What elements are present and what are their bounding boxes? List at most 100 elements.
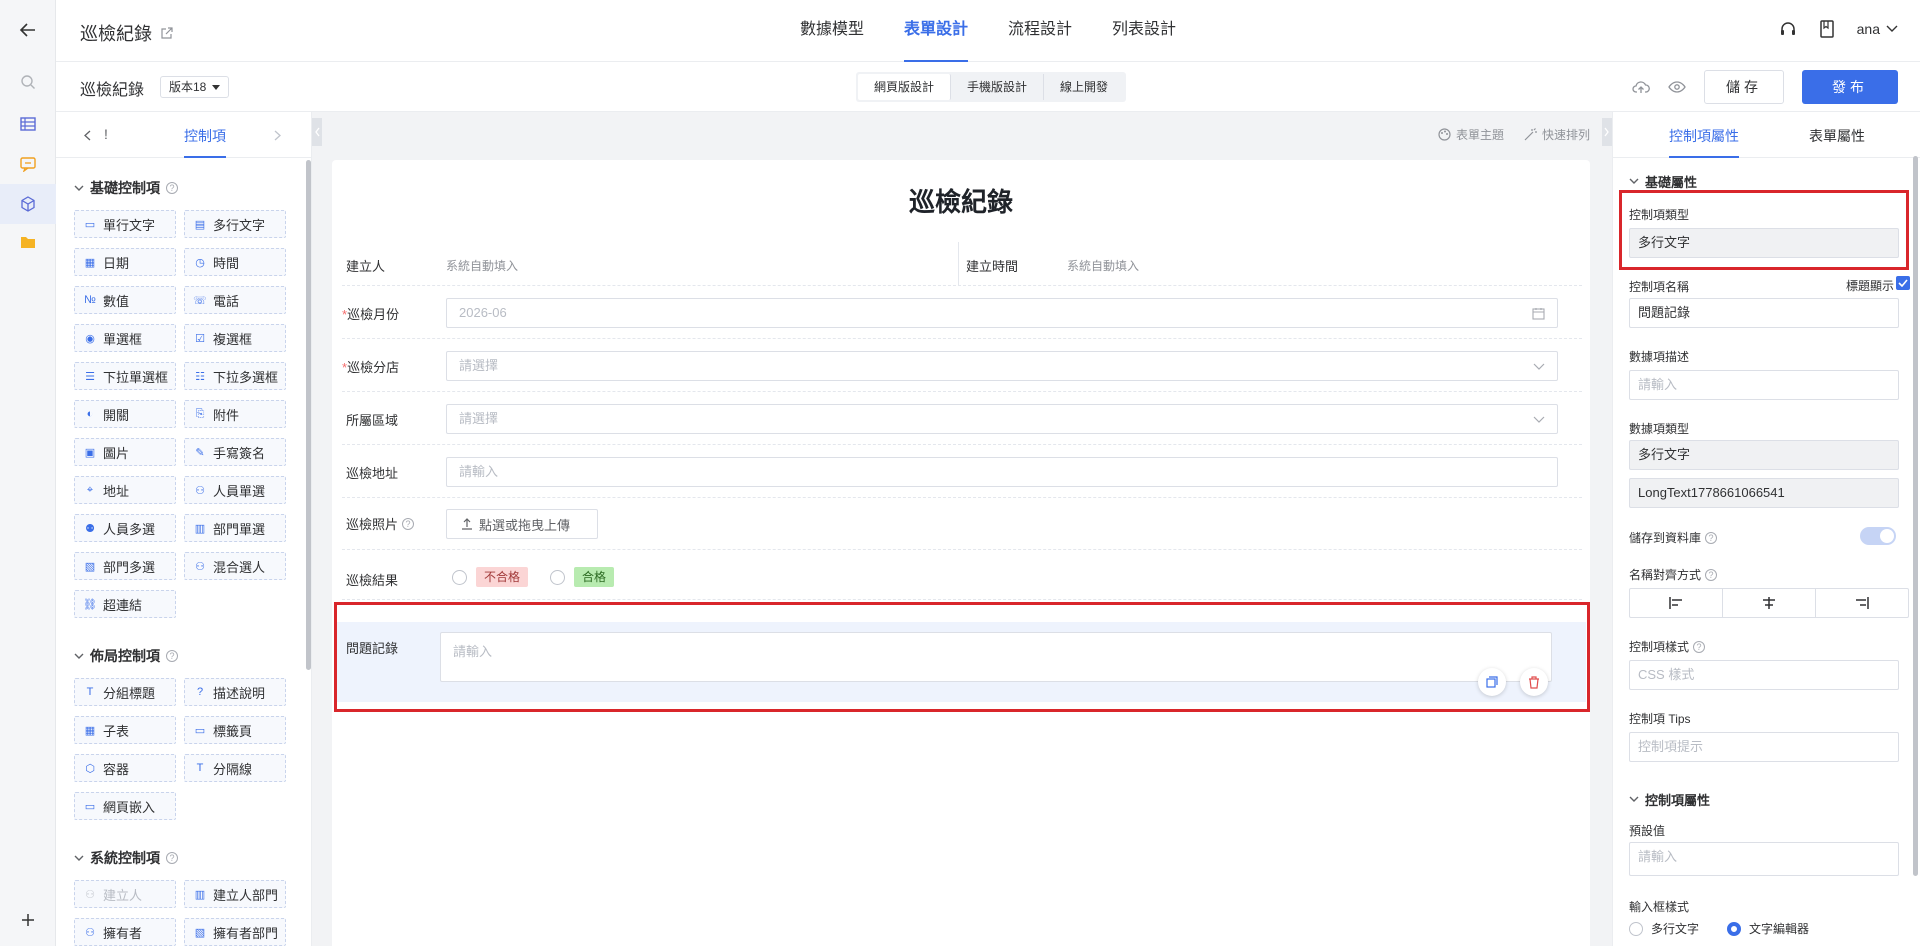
tab-flow-design[interactable]: 流程設計 [1008, 0, 1072, 62]
palette-control-basic-6[interactable]: ◉ 單選框 [74, 324, 176, 352]
control-name-input[interactable]: 問題記錄 [1629, 298, 1899, 328]
data-desc-input[interactable]: 請輸入 [1629, 370, 1899, 400]
user-menu[interactable]: ana [1857, 21, 1898, 37]
palette-control-basic-4[interactable]: № 數值 [74, 286, 176, 314]
palette-control-basic-20[interactable]: ⛓ 超連結 [74, 590, 176, 618]
palette-control-basic-13[interactable]: ✎ 手寫簽名 [184, 438, 286, 466]
folder-icon[interactable] [16, 230, 40, 254]
palette-control-basic-8[interactable]: ☰ 下拉單選框 [74, 362, 176, 390]
palette-control-layout-4[interactable]: ⬡ 容器 [74, 754, 176, 782]
align-left-button[interactable] [1630, 589, 1723, 617]
palette-control-system-3[interactable]: ▧ 擁有者部門 [184, 918, 286, 946]
palette-control-layout-3[interactable]: ▭ 標籤頁 [184, 716, 286, 744]
external-link-icon[interactable] [160, 26, 173, 40]
palette-control-basic-17[interactable]: ▥ 部門單選 [184, 514, 286, 542]
form-theme-button[interactable]: 表單主題 [1438, 126, 1504, 143]
section-control-properties[interactable]: 控制項屬性 [1629, 790, 1710, 809]
palette-control-basic-12[interactable]: ▣ 圖片 [74, 438, 176, 466]
palette-control-system-1[interactable]: ▥ 建立人部門 [184, 880, 286, 908]
section-basic-controls[interactable]: 基礎控制項 ? [74, 178, 178, 198]
quick-arrange-button[interactable]: 快速排列 [1524, 126, 1590, 143]
palette-control-basic-7[interactable]: ☑ 複選框 [184, 324, 286, 352]
palette-control-basic-2[interactable]: ▦ 日期 [74, 248, 176, 276]
mode-web[interactable]: 網頁版設計 [858, 74, 952, 100]
store-db-toggle[interactable] [1860, 527, 1896, 545]
default-value-input[interactable]: 請輸入 [1629, 842, 1899, 876]
palette-control-basic-11[interactable]: ⎘ 附件 [184, 400, 286, 428]
book-icon[interactable] [1819, 20, 1835, 38]
help-icon[interactable]: ? [1705, 531, 1718, 544]
month-date-input[interactable]: 2026-06 [446, 298, 1558, 328]
row-creator[interactable]: 建立人 系統自動填入 建立時間 系統自動填入 [342, 242, 1582, 286]
tab-form-design[interactable]: 表單設計 [904, 0, 969, 62]
palette-control-basic-1[interactable]: ▤ 多行文字 [184, 210, 286, 238]
help-icon[interactable]: ? [1693, 640, 1706, 653]
plus-icon[interactable] [16, 908, 40, 932]
palette-control-basic-3[interactable]: ◷ 時間 [184, 248, 286, 276]
palette-control-layout-2[interactable]: ▦ 子表 [74, 716, 176, 744]
collapse-left-handle[interactable] [312, 118, 322, 146]
section-system-controls[interactable]: 系統控制項 ? [74, 848, 178, 868]
show-title-checkbox[interactable] [1896, 276, 1910, 290]
table-icon[interactable] [16, 112, 40, 136]
section-layout-controls[interactable]: 佈局控制項 ? [74, 646, 178, 666]
address-input[interactable]: 請輸入 [446, 457, 1558, 487]
palette-control-basic-16[interactable]: ⚉ 人員多選 [74, 514, 176, 542]
tab-data-model[interactable]: 數據模型 [800, 0, 864, 62]
palette-control-layout-6[interactable]: ▭ 網頁嵌入 [74, 792, 176, 820]
back-arrow-icon[interactable] [16, 18, 40, 42]
row-region[interactable]: 所屬區域 請選擇 [342, 392, 1582, 445]
section-basic-properties[interactable]: 基礎屬性 [1629, 172, 1697, 191]
input-style-multiline-option[interactable]: 多行文字 [1629, 920, 1699, 937]
collapse-right-handle[interactable] [1602, 118, 1612, 146]
search-icon[interactable] [16, 70, 40, 94]
copy-field-button[interactable] [1478, 668, 1506, 696]
help-icon[interactable]: ? [1705, 568, 1718, 581]
mode-mobile[interactable]: 手機版設計 [951, 74, 1045, 100]
eye-icon[interactable] [1668, 81, 1686, 93]
chevron-left-icon[interactable] [84, 130, 91, 141]
row-issue-selected[interactable]: 問題記錄 請輸入 [336, 622, 1586, 702]
radio-pass[interactable] [550, 570, 565, 585]
control-tips-input[interactable]: 控制項提示 [1629, 732, 1899, 762]
store-select[interactable]: 請選擇 [446, 351, 1558, 381]
control-style-input[interactable]: CSS 樣式 [1629, 660, 1899, 690]
help-icon[interactable]: ? [166, 650, 178, 662]
palette-control-layout-0[interactable]: T 分組標題 [74, 678, 176, 706]
publish-button[interactable]: 發布 [1802, 70, 1898, 104]
input-style-editor-option[interactable]: 文字編輯器 [1727, 920, 1809, 937]
palette-control-basic-0[interactable]: ▭ 單行文字 [74, 210, 176, 238]
palette-control-basic-10[interactable]: ◐ 開關 [74, 400, 176, 428]
palette-control-layout-1[interactable]: ? 描述說明 [184, 678, 286, 706]
property-scrollbar[interactable] [1913, 156, 1918, 876]
align-center-button[interactable] [1723, 589, 1816, 617]
region-select[interactable]: 請選擇 [446, 404, 1558, 434]
row-address[interactable]: 巡檢地址 請輸入 [342, 445, 1582, 498]
palette-scrollbar[interactable] [306, 160, 311, 670]
row-store[interactable]: *巡檢分店 請選擇 [342, 339, 1582, 392]
comment-icon[interactable] [16, 152, 40, 176]
help-icon[interactable]: ? [166, 182, 178, 194]
delete-field-button[interactable] [1520, 668, 1548, 696]
version-select[interactable]: 版本18 [160, 76, 230, 98]
chevron-right-icon[interactable] [274, 130, 281, 141]
palette-tab-controls[interactable]: 控制項 [184, 126, 226, 158]
cloud-upload-icon[interactable] [1632, 80, 1650, 94]
palette-tab-prev[interactable]: ! [104, 126, 108, 142]
radio-fail[interactable] [452, 570, 467, 585]
align-right-button[interactable] [1816, 589, 1908, 617]
row-result[interactable]: 巡檢結果 不合格 合格 [342, 550, 1582, 600]
palette-control-basic-5[interactable]: ☏ 電話 [184, 286, 286, 314]
palette-control-basic-14[interactable]: ⌖ 地址 [74, 476, 176, 504]
palette-control-layout-5[interactable]: T 分隔線 [184, 754, 286, 782]
palette-control-system-0[interactable]: ⚇ 建立人 [74, 880, 176, 908]
palette-control-basic-18[interactable]: ▧ 部門多選 [74, 552, 176, 580]
row-photo[interactable]: 巡檢照片 ? 點選或拖曳上傳 [342, 498, 1582, 550]
save-button[interactable]: 儲存 [1704, 70, 1784, 104]
radio-editor-selected[interactable] [1727, 921, 1741, 936]
palette-control-basic-19[interactable]: ⚇ 混合選人 [184, 552, 286, 580]
tab-form-properties[interactable]: 表單屬性 [1809, 126, 1865, 146]
mode-online-dev[interactable]: 線上開發 [1044, 74, 1124, 100]
palette-control-system-2[interactable]: ⚇ 擁有者 [74, 918, 176, 946]
radio-multiline[interactable] [1629, 921, 1643, 936]
